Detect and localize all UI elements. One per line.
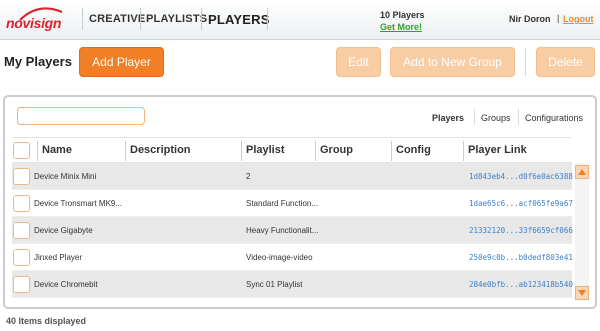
nav-divider <box>201 8 202 30</box>
table-row[interactable]: Device Chromebit Sync 01 Playlist 284e0b… <box>12 271 573 298</box>
column-group[interactable]: Group <box>320 144 353 156</box>
tab-divider <box>474 109 475 125</box>
players-panel: Players Groups Configurations Name Descr… <box>3 95 597 309</box>
scroll-up-button[interactable] <box>575 165 589 179</box>
get-more-link[interactable]: Get More! <box>380 22 422 32</box>
table-header: Name Description Playlist Group Config P… <box>12 137 572 163</box>
column-divider <box>37 141 38 161</box>
arrow-up-icon <box>578 169 586 175</box>
novisign-logo[interactable]: novisign <box>2 4 78 34</box>
delete-label: Delete <box>548 55 583 69</box>
add-player-label: Add Player <box>92 55 151 69</box>
column-divider <box>241 141 242 161</box>
tab-configurations[interactable]: Configurations <box>525 113 583 123</box>
column-divider <box>315 141 316 161</box>
row-checkbox[interactable] <box>13 168 30 185</box>
add-to-new-group-label: Add to New Group <box>403 55 502 69</box>
tab-groups[interactable]: Groups <box>481 113 511 123</box>
logo-text: novisign <box>6 15 62 31</box>
player-playlist: Heavy Functionalit... <box>246 226 319 235</box>
player-name: Device Gigabyte <box>34 226 93 235</box>
row-checkbox[interactable] <box>13 195 30 212</box>
player-link[interactable]: 284e0bfb...ab123418b540 <box>469 280 573 289</box>
edit-button[interactable]: Edit <box>336 47 381 77</box>
column-player-link[interactable]: Player Link <box>468 144 527 156</box>
player-playlist: Sync 01 Playlist <box>246 280 303 289</box>
column-divider <box>391 141 392 161</box>
table-row[interactable]: Jinxed Player Video-image-video 250e9c0b… <box>12 244 573 271</box>
column-divider <box>463 141 464 161</box>
player-playlist: Video-image-video <box>246 253 313 262</box>
arrow-down-icon <box>578 290 586 296</box>
column-config[interactable]: Config <box>396 144 431 156</box>
search-input[interactable] <box>17 107 145 125</box>
edit-label: Edit <box>348 55 369 69</box>
column-name[interactable]: Name <box>42 144 72 156</box>
nav-playlists[interactable]: PLAYLISTS <box>146 13 207 25</box>
table-row[interactable]: Device Gigabyte Heavy Functionalit... 21… <box>12 217 573 244</box>
user-name: Nir Doron <box>509 14 551 24</box>
player-link[interactable]: 21332120...33f6659cf066 <box>469 226 573 235</box>
items-displayed-count: 40 Items displayed <box>6 316 87 326</box>
table-row[interactable]: Device Tronsmart MK9... Standard Functio… <box>12 190 573 217</box>
nav-divider <box>82 8 83 30</box>
nav-divider <box>267 8 268 30</box>
table-row[interactable]: Device Minix Mini 2 1d843eb4...d0f6e0ac6… <box>12 163 573 190</box>
player-name: Jinxed Player <box>34 253 83 262</box>
add-to-new-group-button[interactable]: Add to New Group <box>390 47 515 77</box>
player-link[interactable]: 1dae65c6...acf065fe9a67 <box>469 199 573 208</box>
players-count: 10 Players <box>380 10 425 20</box>
player-link[interactable]: 250e9c0b...b0dedf803e41 <box>469 253 573 262</box>
add-player-button[interactable]: Add Player <box>79 47 164 77</box>
select-all-checkbox[interactable] <box>13 142 30 159</box>
nav-players[interactable]: PLAYERS <box>208 12 270 27</box>
player-name: Device Tronsmart MK9... <box>34 199 123 208</box>
row-checkbox[interactable] <box>13 276 30 293</box>
logout-link[interactable]: Logout <box>563 14 594 24</box>
column-description[interactable]: Description <box>130 144 191 156</box>
column-playlist[interactable]: Playlist <box>246 144 285 156</box>
player-name: Device Chromebit <box>34 280 98 289</box>
row-checkbox[interactable] <box>13 249 30 266</box>
delete-button[interactable]: Delete <box>536 47 595 77</box>
row-checkbox[interactable] <box>13 222 30 239</box>
player-name: Device Minix Mini <box>34 172 97 181</box>
user-separator: | <box>557 13 560 23</box>
column-divider <box>125 141 126 161</box>
scrollbar-track[interactable] <box>575 163 589 299</box>
player-link[interactable]: 1d843eb4...d0f6e0ac6388 <box>469 172 573 181</box>
action-divider <box>525 48 526 76</box>
nav-divider <box>140 8 141 30</box>
page-title: My Players <box>4 54 72 69</box>
tab-players[interactable]: Players <box>432 113 464 123</box>
nav-creative[interactable]: CREATIVE <box>89 13 145 25</box>
tab-divider <box>518 109 519 125</box>
top-nav-bar: novisign CREATIVE PLAYLISTS PLAYERS 10 P… <box>0 0 600 40</box>
scroll-down-button[interactable] <box>575 286 589 300</box>
player-playlist: Standard Function... <box>246 199 319 208</box>
player-playlist: 2 <box>246 172 251 181</box>
